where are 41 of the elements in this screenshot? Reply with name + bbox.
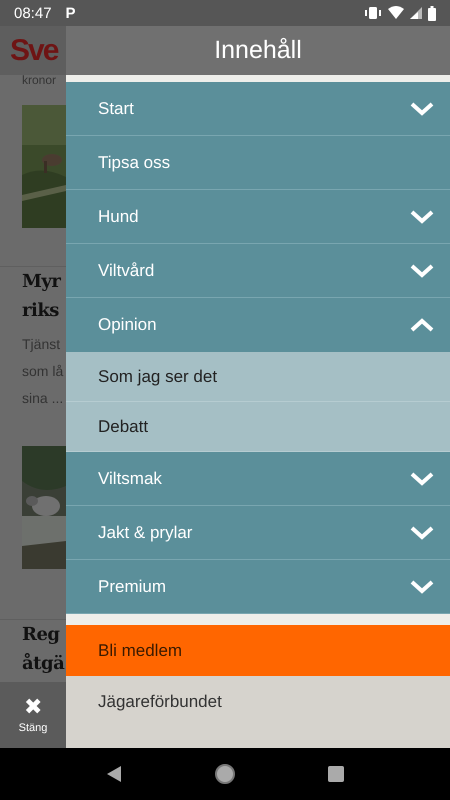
chevron-down-icon[interactable] <box>410 264 434 278</box>
menu-item-label: Premium <box>98 576 166 596</box>
menu-item[interactable]: Opinion <box>66 298 450 352</box>
menu-item-label: Opinion <box>98 315 157 335</box>
chevron-up-icon[interactable] <box>410 318 434 332</box>
menu-item[interactable]: Tipsa oss <box>66 136 450 190</box>
home-icon[interactable] <box>214 763 236 785</box>
notification-letter: P <box>66 4 76 22</box>
menu-item-label: Viltsmak <box>98 468 162 488</box>
wifi-icon <box>388 6 404 20</box>
article-excerpt: Tjänst som lå sina ... <box>21 335 64 408</box>
submenu-item[interactable]: Debatt <box>66 402 450 452</box>
chevron-down-icon[interactable] <box>410 580 434 594</box>
back-icon[interactable] <box>105 765 124 783</box>
menu-item-label: Start <box>98 98 134 118</box>
close-button[interactable]: ✖ Stäng <box>0 682 66 748</box>
menu-item-label: Tipsa oss <box>98 152 170 172</box>
menu-item[interactable]: Hund <box>66 190 450 244</box>
chevron-down-icon[interactable] <box>410 526 434 540</box>
recents-icon[interactable] <box>326 765 345 783</box>
drawer-title: Innehåll <box>214 36 302 65</box>
signal-icon <box>410 6 422 20</box>
chevron-down-icon[interactable] <box>410 102 434 116</box>
menu-item[interactable]: Premium <box>66 560 450 614</box>
menu-item-label: Hund <box>98 206 139 226</box>
battery-icon <box>428 6 436 20</box>
menu-item[interactable]: Jakt & prylar <box>66 506 450 560</box>
site-logo: Sve <box>10 34 58 68</box>
article-snippet: kronor <box>21 75 58 85</box>
menu-link[interactable]: Bli medlem <box>66 625 450 676</box>
close-icon: ✖ <box>24 696 42 718</box>
menu-item-label: Viltvård <box>98 260 154 280</box>
menu-item[interactable]: Start <box>66 82 450 136</box>
vibrate-icon <box>364 6 382 20</box>
menu-item[interactable]: Viltvård <box>66 244 450 298</box>
menu-item-label: Jakt & prylar <box>98 522 192 542</box>
chevron-down-icon[interactable] <box>410 210 434 224</box>
clock: 08:47 <box>14 4 52 22</box>
submenu-item[interactable]: Som jag ser det <box>66 352 450 402</box>
menu-item[interactable]: Viltsmak <box>66 452 450 506</box>
chevron-down-icon[interactable] <box>410 472 434 486</box>
